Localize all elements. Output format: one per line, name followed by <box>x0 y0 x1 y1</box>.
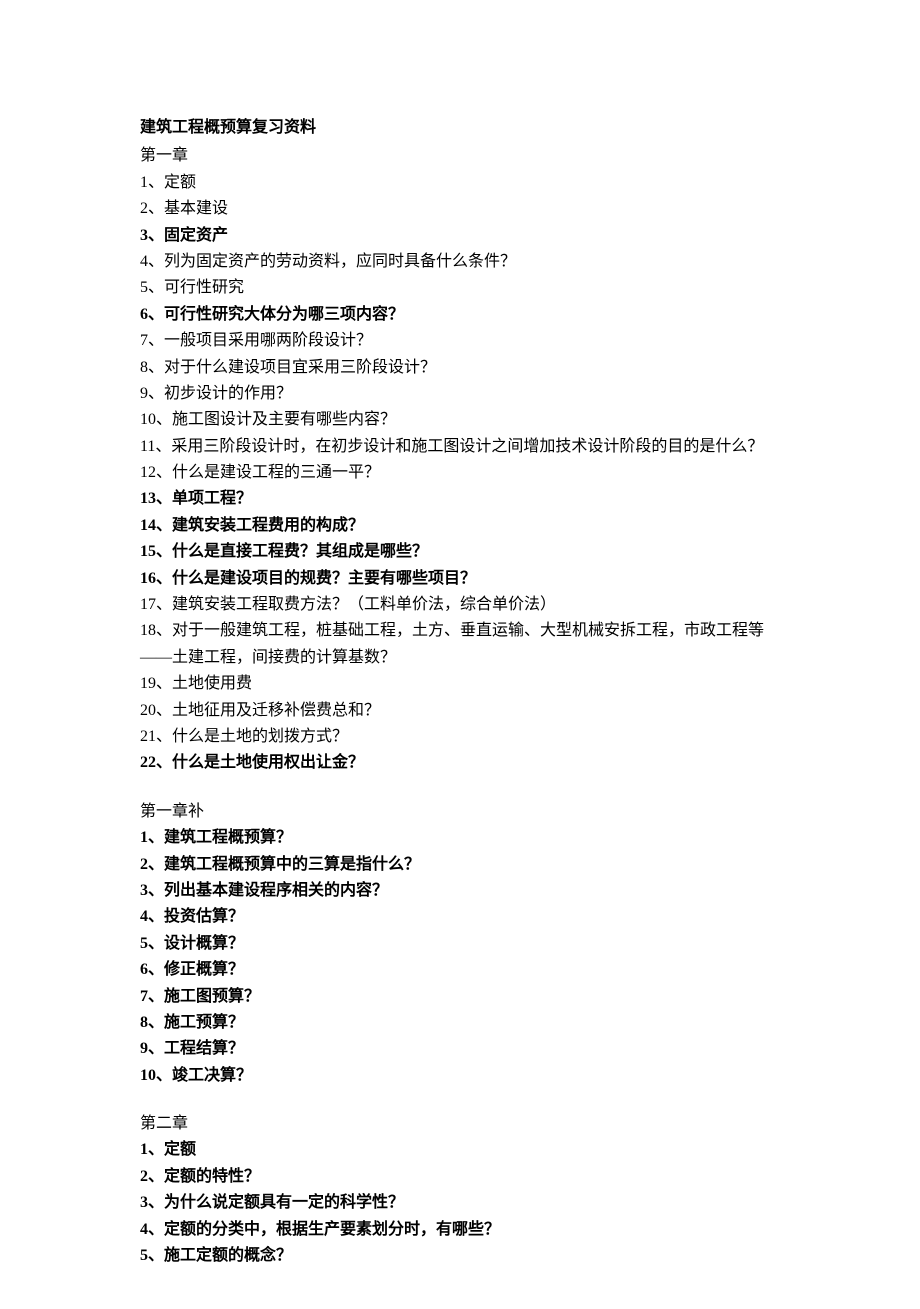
list-item: 3、固定资产 <box>140 223 780 249</box>
list-item: 1、建筑工程概预算？ <box>140 825 780 851</box>
list-item: 19、土地使用费 <box>140 671 780 697</box>
list-item: 10、施工图设计及主要有哪些内容？ <box>140 407 780 433</box>
list-item: 11、采用三阶段设计时，在初步设计和施工图设计之间增加技术设计阶段的目的是什么？ <box>140 434 780 460</box>
list-item: 15、什么是直接工程费？其组成是哪些？ <box>140 539 780 565</box>
list-item: 14、建筑安装工程费用的构成？ <box>140 513 780 539</box>
list-item: 6、可行性研究大体分为哪三项内容？ <box>140 302 780 328</box>
list-item: 22、什么是土地使用权出让金？ <box>140 750 780 776</box>
document-body: 第一章1、定额2、基本建设3、固定资产4、列为固定资产的劳动资料，应同时具备什么… <box>140 143 780 1269</box>
list-item: 17、建筑安装工程取费方法？（工料单价法，综合单价法） <box>140 592 780 618</box>
list-item: 1、定额 <box>140 1137 780 1163</box>
list-item: 9、工程结算？ <box>140 1036 780 1062</box>
list-item: 13、单项工程？ <box>140 486 780 512</box>
section-heading: 第一章 <box>140 143 780 169</box>
list-item: 7、施工图预算？ <box>140 984 780 1010</box>
list-item: 20、土地征用及迁移补偿费总和？ <box>140 698 780 724</box>
list-item: 5、可行性研究 <box>140 275 780 301</box>
document-title: 建筑工程概预算复习资料 <box>140 115 780 141</box>
list-item: 18、对于一般建筑工程，桩基础工程，土方、垂直运输、大型机械安拆工程，市政工程等… <box>140 618 780 671</box>
list-item: 9、初步设计的作用？ <box>140 381 780 407</box>
list-item: 16、什么是建设项目的规费？主要有哪些项目？ <box>140 566 780 592</box>
list-item: 2、建筑工程概预算中的三算是指什么？ <box>140 852 780 878</box>
section-heading: 第一章补 <box>140 799 780 825</box>
list-item: 21、什么是土地的划拨方式？ <box>140 724 780 750</box>
list-item: 10、竣工决算？ <box>140 1063 780 1089</box>
list-item: 3、为什么说定额具有一定的科学性？ <box>140 1190 780 1216</box>
section-heading: 第二章 <box>140 1111 780 1137</box>
list-item: 8、施工预算？ <box>140 1010 780 1036</box>
list-item: 5、施工定额的概念？ <box>140 1243 780 1269</box>
list-item: 12、什么是建设工程的三通一平？ <box>140 460 780 486</box>
list-item: 5、设计概算？ <box>140 931 780 957</box>
list-item: 4、投资估算？ <box>140 904 780 930</box>
list-item: 6、修正概算？ <box>140 957 780 983</box>
list-item: 7、一般项目采用哪两阶段设计？ <box>140 328 780 354</box>
list-item: 2、定额的特性？ <box>140 1164 780 1190</box>
list-item: 4、列为固定资产的劳动资料，应同时具备什么条件？ <box>140 249 780 275</box>
list-item: 3、列出基本建设程序相关的内容？ <box>140 878 780 904</box>
list-item: 8、对于什么建设项目宜采用三阶段设计？ <box>140 355 780 381</box>
list-item: 1、定额 <box>140 170 780 196</box>
list-item: 2、基本建设 <box>140 196 780 222</box>
list-item: 4、定额的分类中，根据生产要素划分时，有哪些？ <box>140 1217 780 1243</box>
